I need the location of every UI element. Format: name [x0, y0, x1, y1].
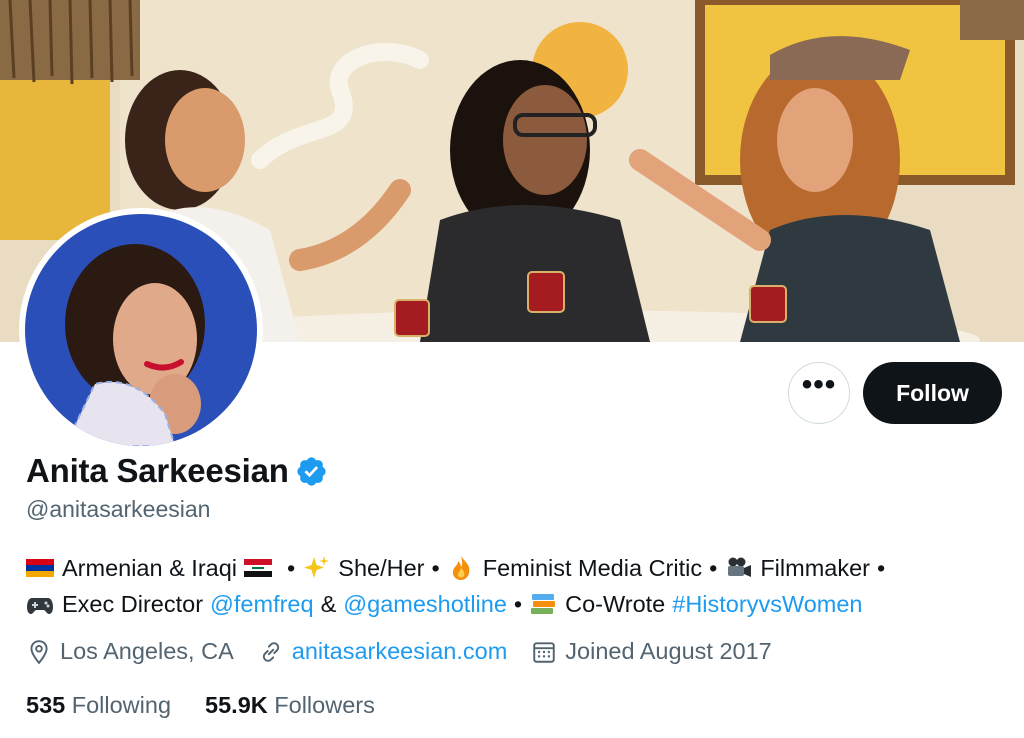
location-item: Los Angeles, CA [26, 638, 234, 665]
link-icon [262, 641, 279, 662]
more-options-label: ••• [801, 368, 837, 401]
joined-date: Joined August 2017 [565, 638, 772, 664]
mention-gameshotline-link[interactable]: @gameshotline [343, 586, 507, 622]
profile-avatar[interactable] [19, 208, 263, 452]
bio-role: Exec Director [62, 591, 204, 617]
followers-stat[interactable]: 55.9K Followers [205, 692, 375, 719]
avatar-photo [25, 214, 257, 446]
calendar-icon [533, 641, 556, 663]
profile-stats: 535 Following 55.9K Followers [26, 692, 409, 719]
user-handle: @anitasarkeesian [26, 496, 211, 522]
location-pin-icon [30, 639, 48, 664]
followers-count: 55.9K [205, 692, 268, 718]
following-label: Following [71, 692, 172, 718]
website-link[interactable]: anitasarkeesian.com [292, 638, 508, 665]
fire-icon [452, 556, 470, 580]
bio-separator: • [709, 555, 718, 581]
profile-meta: Los Angeles, CA anitasarkeesian.com Join… [26, 638, 796, 665]
books-icon [531, 594, 556, 614]
bio-title: Feminist Media Critic [482, 555, 703, 581]
follow-button[interactable]: Follow [863, 362, 1002, 424]
bio-ethnicity: Armenian & Iraqi [62, 555, 238, 581]
mention-femfreq-link[interactable]: @femfreq [210, 586, 314, 622]
joined-item: Joined August 2017 [531, 638, 772, 665]
sparkles-icon [304, 556, 330, 578]
location-text: Los Angeles, CA [60, 638, 234, 664]
following-count: 535 [26, 692, 66, 718]
display-name: Anita Sarkeesian [26, 452, 289, 489]
profile-bio: Armenian & Iraqi • She/Her • Feminist Me… [26, 550, 1006, 622]
bio-line-2: Exec Director @femfreq & @gameshotline •… [26, 586, 1006, 622]
armenian-flag-icon [26, 559, 54, 577]
bio-separator: • [287, 555, 296, 581]
more-options-button[interactable]: ••• [788, 362, 850, 424]
game-controller-icon [27, 598, 53, 614]
bio-pronouns: She/Her [338, 555, 425, 581]
movie-camera-icon [728, 557, 752, 577]
website-item: anitasarkeesian.com [258, 638, 508, 665]
followers-label: Followers [274, 692, 375, 718]
bio-separator: • [431, 555, 440, 581]
bio-ampersand: & [320, 591, 337, 617]
bio-separator: • [513, 591, 523, 617]
bio-line-1: Armenian & Iraqi • She/Her • Feminist Me… [26, 550, 1006, 586]
following-stat[interactable]: 535 Following [26, 692, 171, 719]
verified-badge-icon[interactable] [295, 455, 328, 488]
name-row: Anita Sarkeesian [26, 452, 328, 490]
hashtag-link[interactable]: #HistoryvsWomen [672, 586, 862, 622]
bio-filmmaker: Filmmaker [760, 555, 870, 581]
bio-cowrote: Co-Wrote [565, 591, 666, 617]
bio-separator: • [877, 555, 886, 581]
iraqi-flag-icon [244, 559, 273, 577]
